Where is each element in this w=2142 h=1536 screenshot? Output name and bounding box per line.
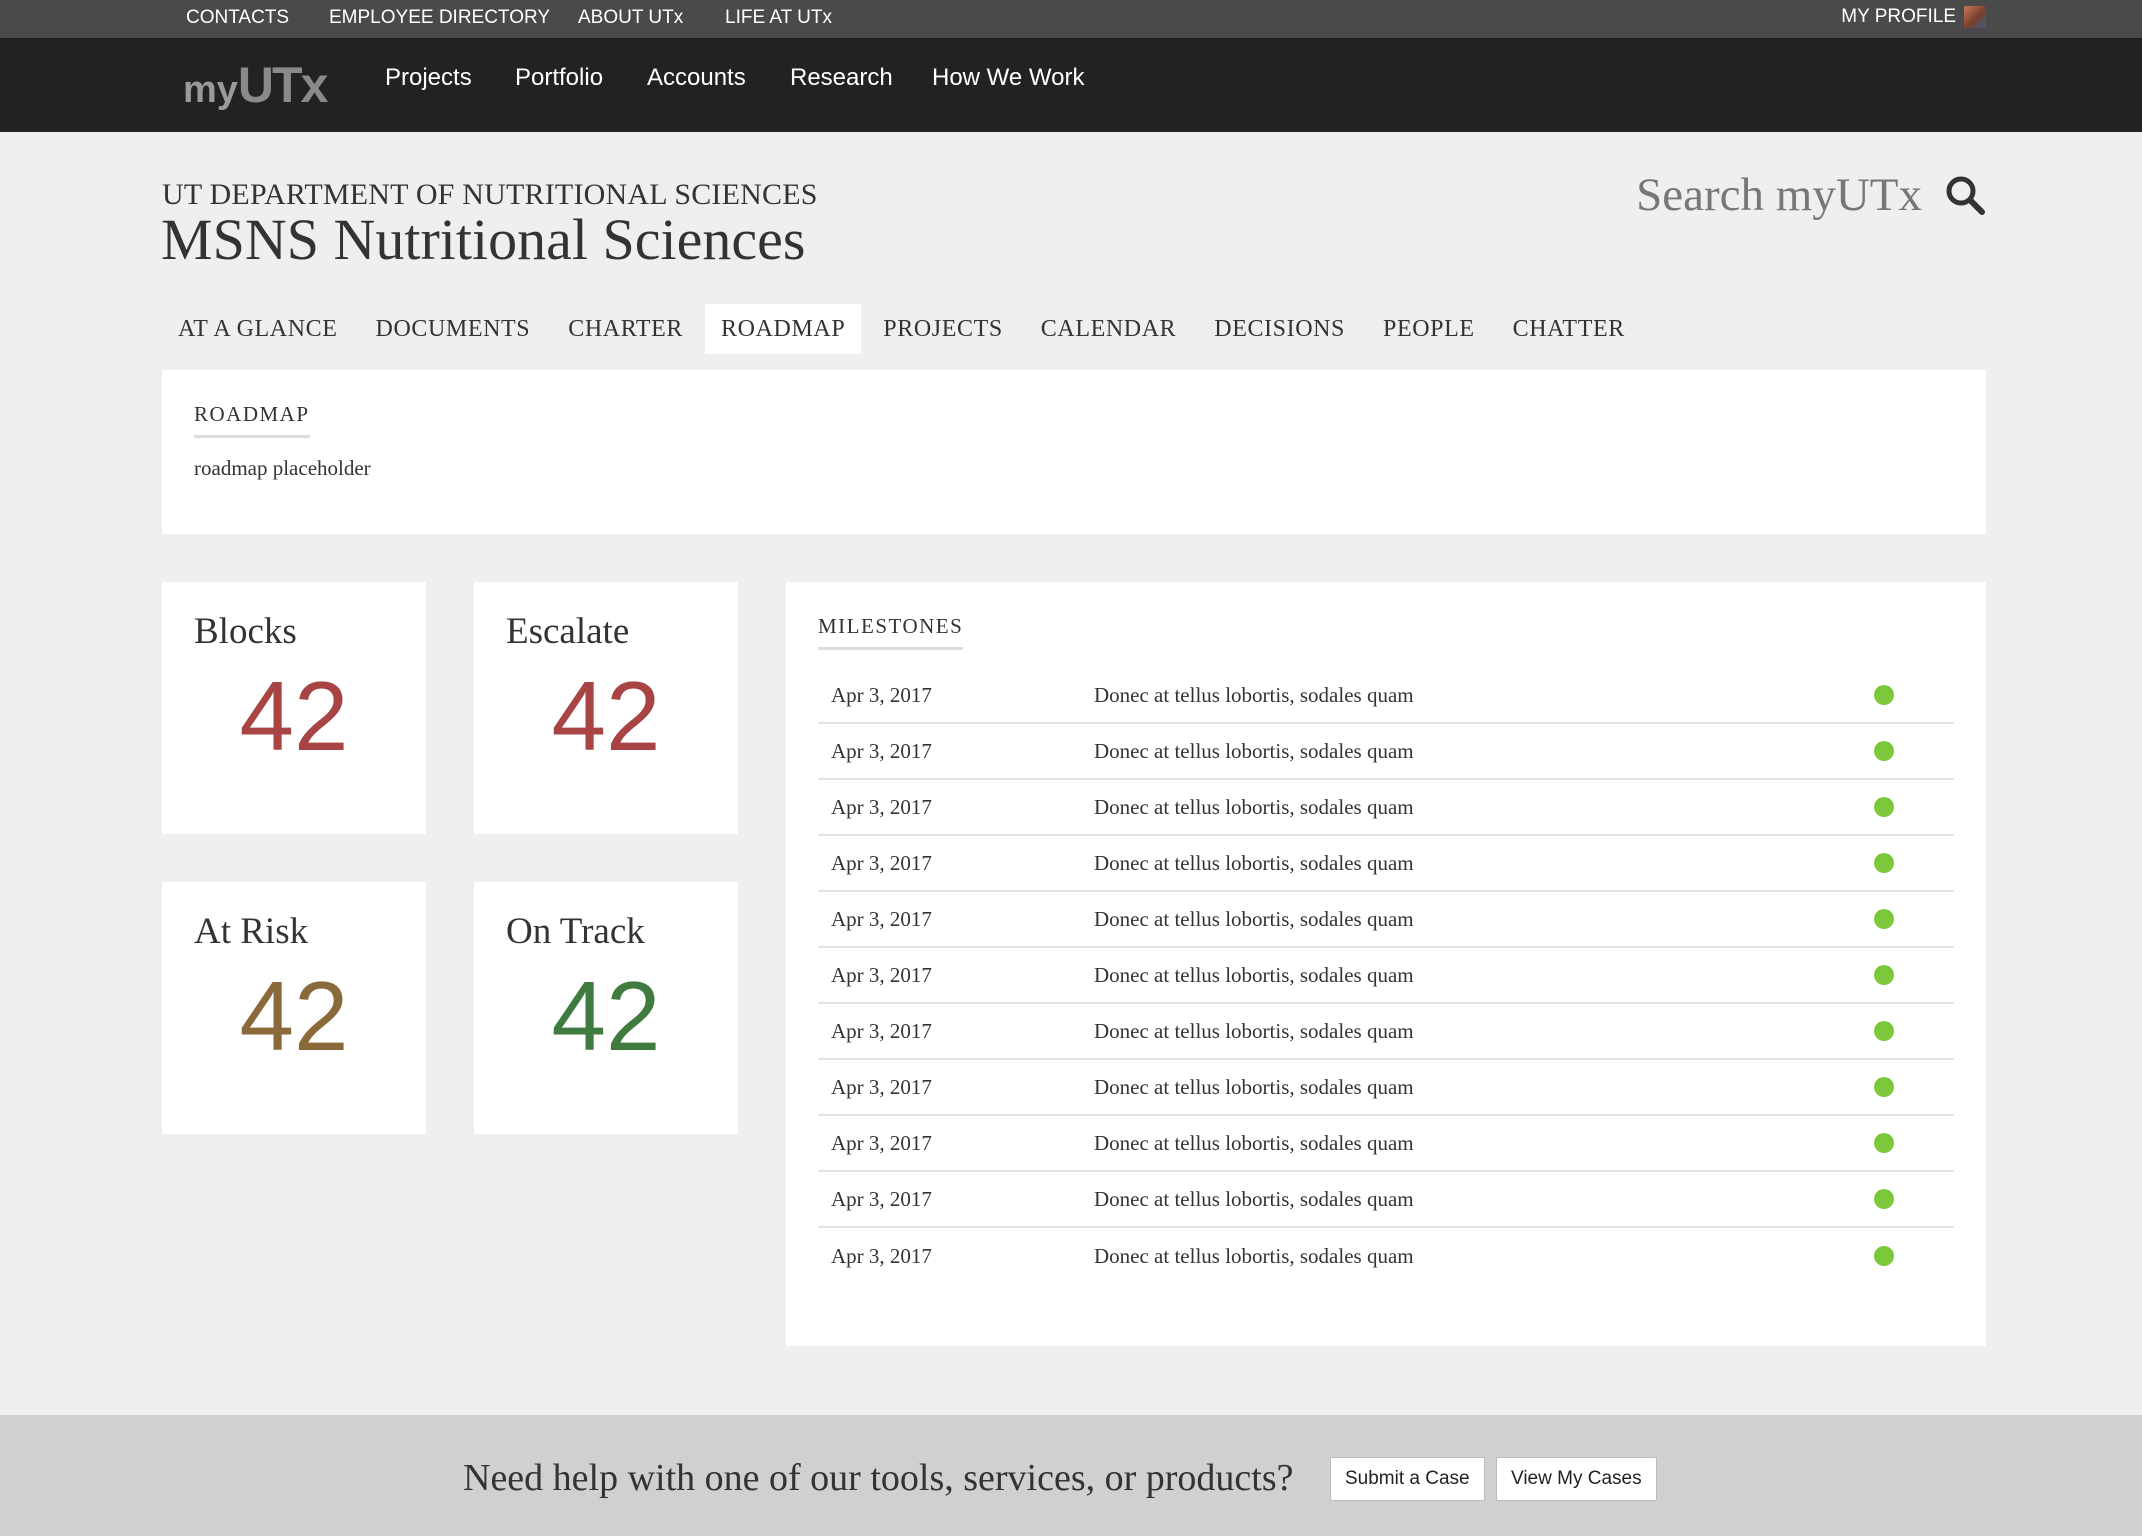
milestone-date: Apr 3, 2017 <box>831 682 932 707</box>
tab-chatter[interactable]: CHATTER <box>1497 304 1641 354</box>
milestone-date: Apr 3, 2017 <box>831 738 932 763</box>
my-profile-label: MY PROFILE <box>1841 6 1956 27</box>
utility-link-employee-directory[interactable]: EMPLOYEE DIRECTORY <box>329 7 550 29</box>
stat-card-on-track[interactable]: On Track 42 <box>474 882 738 1134</box>
submit-case-button[interactable]: Submit a Case <box>1330 1457 1485 1501</box>
nav-portfolio[interactable]: Portfolio <box>515 64 603 92</box>
milestone-date: Apr 3, 2017 <box>831 794 932 819</box>
milestone-date: Apr 3, 2017 <box>831 1130 932 1155</box>
milestone-description: Donec at tellus lobortis, sodales quam <box>1094 794 1414 819</box>
roadmap-card: ROADMAP roadmap placeholder <box>162 370 1986 534</box>
stat-label: On Track <box>506 911 645 952</box>
tab-documents[interactable]: DOCUMENTS <box>360 304 547 354</box>
tab-calendar[interactable]: CALENDAR <box>1025 304 1192 354</box>
milestone-status-dot <box>1874 797 1894 817</box>
milestone-date: Apr 3, 2017 <box>831 962 932 987</box>
milestone-status-dot <box>1874 1133 1894 1153</box>
my-profile-link[interactable]: MY PROFILE <box>1841 6 1986 28</box>
utility-link-life[interactable]: LIFE AT UTx <box>725 7 832 29</box>
tab-projects[interactable]: PROJECTS <box>867 304 1019 354</box>
roadmap-heading: ROADMAP <box>194 402 310 438</box>
avatar <box>1964 6 1986 28</box>
milestone-row[interactable]: Apr 3, 2017 Donec at tellus lobortis, sod… <box>818 1060 1954 1116</box>
milestone-status-dot <box>1874 1189 1894 1209</box>
milestone-row[interactable]: Apr 3, 2017 Donec at tellus lobortis, sod… <box>818 1116 1954 1172</box>
roadmap-placeholder: roadmap placeholder <box>194 456 371 480</box>
search-icon <box>1946 176 1985 215</box>
stat-value: 42 <box>551 961 661 1071</box>
milestone-description: Donec at tellus lobortis, sodales quam <box>1094 906 1414 931</box>
nav-research[interactable]: Research <box>790 64 893 92</box>
help-footer: Need help with one of our tools, service… <box>0 1415 2142 1536</box>
milestones-card: MILESTONES Apr 3, 2017 Donec at tellus lo… <box>786 582 1986 1346</box>
milestone-status-dot <box>1874 1077 1894 1097</box>
tab-roadmap[interactable]: ROADMAP <box>705 304 862 354</box>
search-button[interactable]: Search myUTx <box>1636 168 1986 222</box>
project-tabs: AT A GLANCE DOCUMENTS CHARTER ROADMAP PR… <box>162 304 1647 354</box>
tab-decisions[interactable]: DECISIONS <box>1198 304 1361 354</box>
milestone-date: Apr 3, 2017 <box>831 1186 932 1211</box>
logo-my: my <box>183 69 238 111</box>
tab-people[interactable]: PEOPLE <box>1367 304 1491 354</box>
milestone-description: Donec at tellus lobortis, sodales quam <box>1094 1243 1414 1268</box>
milestone-row[interactable]: Apr 3, 2017 Donec at tellus lobortis, sod… <box>818 892 1954 948</box>
milestone-date: Apr 3, 2017 <box>831 906 932 931</box>
milestone-description: Donec at tellus lobortis, sodales quam <box>1094 1186 1414 1211</box>
milestone-status-dot <box>1874 965 1894 985</box>
milestone-status-dot <box>1874 909 1894 929</box>
tab-charter[interactable]: CHARTER <box>552 304 699 354</box>
milestone-row[interactable]: Apr 3, 2017 Donec at tellus lobortis, sod… <box>818 1228 1954 1284</box>
view-my-cases-button[interactable]: View My Cases <box>1496 1457 1657 1501</box>
stat-label: Blocks <box>194 611 297 652</box>
milestone-row[interactable]: Apr 3, 2017 Donec at tellus lobortis, sod… <box>818 1172 1954 1228</box>
myutx-logo[interactable]: my UTx <box>183 56 328 116</box>
stat-value: 42 <box>551 661 661 771</box>
stat-label: At Risk <box>194 911 309 952</box>
milestone-status-dot <box>1874 1021 1894 1041</box>
utility-link-about[interactable]: ABOUT UTx <box>578 7 683 29</box>
milestone-status-dot <box>1874 853 1894 873</box>
milestone-status-dot <box>1874 741 1894 761</box>
milestone-row[interactable]: Apr 3, 2017 Donec at tellus lobortis, sod… <box>818 948 1954 1004</box>
milestone-status-dot <box>1874 685 1894 705</box>
milestone-date: Apr 3, 2017 <box>831 1243 932 1268</box>
milestone-description: Donec at tellus lobortis, sodales quam <box>1094 1074 1414 1099</box>
milestones-heading: MILESTONES <box>818 614 964 650</box>
milestones-list: Apr 3, 2017 Donec at tellus lobortis, sod… <box>818 668 1954 1284</box>
nav-accounts[interactable]: Accounts <box>647 64 746 92</box>
nav-how-we-work[interactable]: How We Work <box>932 64 1084 92</box>
main-nav: my UTx Projects Portfolio Accounts Resea… <box>0 38 2142 132</box>
utility-link-contacts[interactable]: CONTACTS <box>186 7 289 29</box>
search-label: Search myUTx <box>1636 169 1922 221</box>
milestone-row[interactable]: Apr 3, 2017 Donec at tellus lobortis, sod… <box>818 780 1954 836</box>
milestone-date: Apr 3, 2017 <box>831 1018 932 1043</box>
milestone-description: Donec at tellus lobortis, sodales quam <box>1094 1130 1414 1155</box>
tab-at-a-glance[interactable]: AT A GLANCE <box>162 304 354 354</box>
milestone-date: Apr 3, 2017 <box>831 850 932 875</box>
milestone-description: Donec at tellus lobortis, sodales quam <box>1094 682 1414 707</box>
milestone-description: Donec at tellus lobortis, sodales quam <box>1094 1018 1414 1043</box>
stat-card-at-risk[interactable]: At Risk 42 <box>162 882 426 1134</box>
stat-card-escalate[interactable]: Escalate 42 <box>474 582 738 834</box>
milestone-status-dot <box>1874 1246 1894 1266</box>
help-text: Need help with one of our tools, service… <box>463 1457 1294 1499</box>
utility-bar: CONTACTS EMPLOYEE DIRECTORY ABOUT UTx LI… <box>0 0 2142 38</box>
milestone-row[interactable]: Apr 3, 2017 Donec at tellus lobortis, sod… <box>818 1004 1954 1060</box>
stat-value: 42 <box>239 661 349 771</box>
page-title: MSNS Nutritional Sciences <box>161 207 806 272</box>
milestone-row[interactable]: Apr 3, 2017 Donec at tellus lobortis, sod… <box>818 836 1954 892</box>
logo-utx: UTx <box>237 57 328 113</box>
milestone-description: Donec at tellus lobortis, sodales quam <box>1094 738 1414 763</box>
milestone-row[interactable]: Apr 3, 2017 Donec at tellus lobortis, sod… <box>818 724 1954 780</box>
milestone-row[interactable]: Apr 3, 2017 Donec at tellus lobortis, sod… <box>818 668 1954 724</box>
stat-value: 42 <box>239 961 349 1071</box>
milestone-description: Donec at tellus lobortis, sodales quam <box>1094 850 1414 875</box>
milestone-date: Apr 3, 2017 <box>831 1074 932 1099</box>
nav-projects[interactable]: Projects <box>385 64 472 92</box>
stat-label: Escalate <box>506 611 630 652</box>
stat-card-blocks[interactable]: Blocks 42 <box>162 582 426 834</box>
milestone-description: Donec at tellus lobortis, sodales quam <box>1094 962 1414 987</box>
